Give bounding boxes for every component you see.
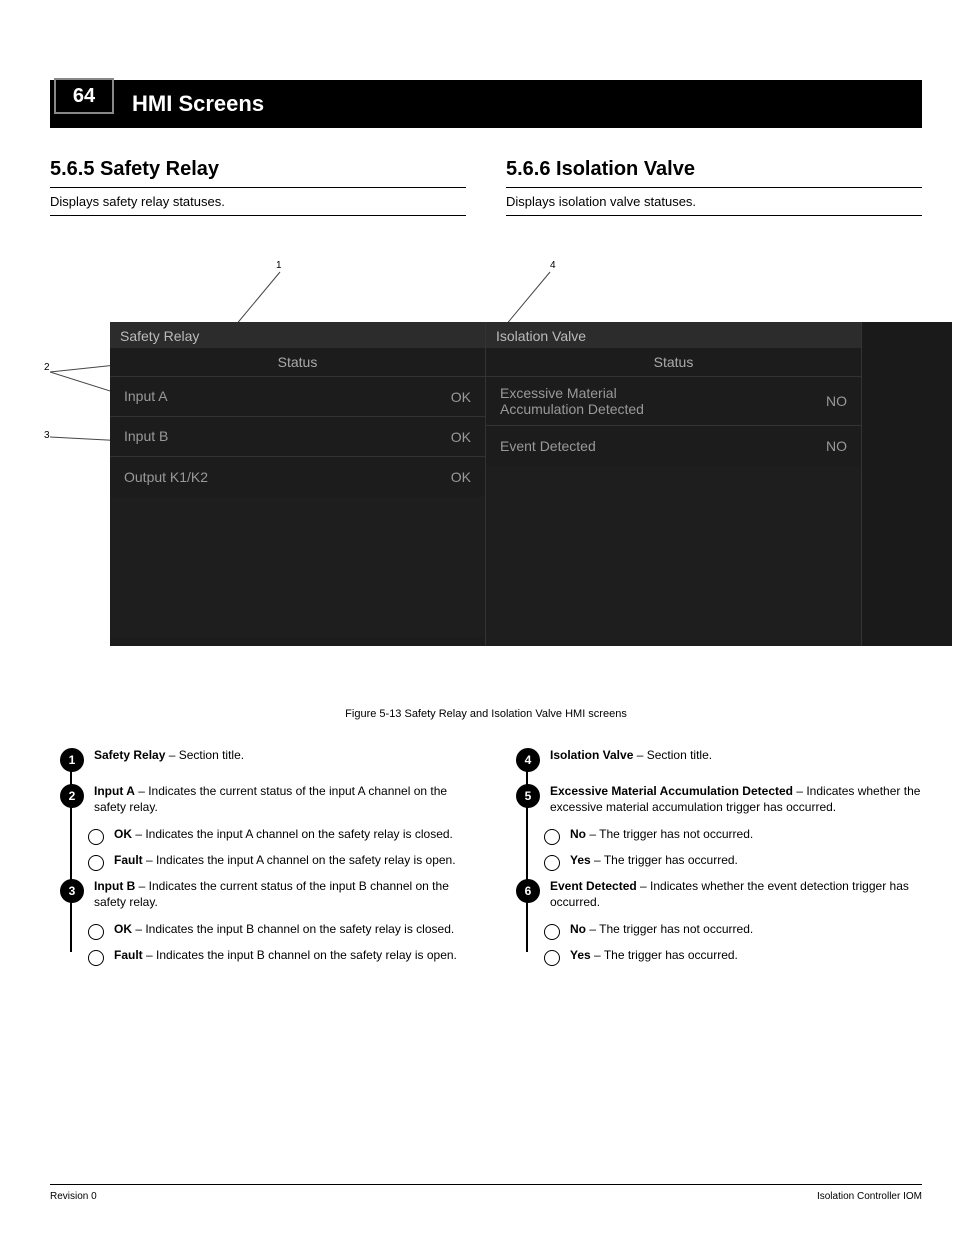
hmi-sub-left: Status (110, 348, 485, 377)
page-number: 64 (54, 78, 114, 114)
hmi-sub-right: Status (486, 348, 861, 377)
bullet-5: 5 (516, 784, 540, 808)
row-value: OK (451, 429, 471, 445)
open-bullet (88, 950, 104, 966)
open-bullet (88, 855, 104, 871)
right-column: 5.6.6 Isolation Valve Displays isolation… (506, 158, 922, 222)
bullet-4: 4 (516, 748, 540, 772)
sub-item: OK – Indicates the input B channel on th… (60, 922, 466, 940)
callout-4: 4 (550, 260, 556, 272)
sub-item: Fault – Indicates the input A channel on… (60, 853, 466, 871)
row-value: OK (451, 389, 471, 405)
row-label: Excessive Material Accumulation Detected (500, 385, 826, 417)
hmi-header-left: Safety Relay (110, 322, 485, 348)
row-value: NO (826, 393, 847, 409)
section-title-left: 5.6.5 Safety Relay (50, 158, 466, 181)
open-bullet (544, 924, 560, 940)
header-bar: 64 HMI Screens (50, 80, 922, 128)
hmi-row-output-k1k2: Output K1/K2 OK (110, 457, 485, 497)
callout-1: 1 (276, 260, 282, 272)
row-label: Event Detected (500, 438, 826, 454)
left-desc-list: 1 Safety Relay – Section title. 2 Input … (50, 748, 466, 966)
row-label: Input A (124, 388, 451, 404)
callout-3: 3 (44, 430, 50, 442)
bullet-6: 6 (516, 879, 540, 903)
item-4: 4 Isolation Valve – Section title. (516, 748, 922, 772)
hmi-row-input-a: Input A OK (110, 377, 485, 417)
hmi-row-event-detected: Event Detected NO (486, 426, 861, 466)
bullet-2: 2 (60, 784, 84, 808)
left-column: 5.6.5 Safety Relay Displays safety relay… (50, 158, 466, 222)
row-label: Input B (124, 428, 451, 444)
hmi-safety-relay: Safety Relay Status Input A OK Input B O… (110, 322, 486, 646)
open-bullet (544, 829, 560, 845)
right-desc-list: 4 Isolation Valve – Section title. 5 Exc… (506, 748, 922, 966)
sub-item: OK – Indicates the input A channel on th… (60, 827, 466, 845)
section-sub-left: Displays safety relay statuses. (50, 194, 466, 209)
open-bullet (544, 950, 560, 966)
bullet-1: 1 (60, 748, 84, 772)
sub-item: Yes – The trigger has occurred. (516, 948, 922, 966)
sub-item: Fault – Indicates the input B channel on… (60, 948, 466, 966)
hmi-row-input-b: Input B OK (110, 417, 485, 457)
sub-item: No – The trigger has not occurred. (516, 827, 922, 845)
section-sub-right: Displays isolation valve statuses. (506, 194, 922, 209)
hmi-isolation-valve: Isolation Valve Status Excessive Materia… (486, 322, 862, 646)
sub-item: Yes – The trigger has occurred. (516, 853, 922, 871)
sub-item: No – The trigger has not occurred. (516, 922, 922, 940)
header-title: HMI Screens (132, 91, 264, 117)
section-title-right: 5.6.6 Isolation Valve (506, 158, 922, 181)
figure-caption: Figure 5-13 Safety Relay and Isolation V… (50, 708, 922, 720)
hmi-row-material-accum: Excessive Material Accumulation Detected… (486, 377, 861, 426)
item-1: 1 Safety Relay – Section title. (60, 748, 466, 772)
footer-left: Revision 0 (50, 1191, 97, 1202)
row-value: OK (451, 469, 471, 485)
open-bullet (544, 855, 560, 871)
item-2: 2 Input A – Indicates the current status… (60, 784, 466, 815)
item-3: 3 Input B – Indicates the current status… (60, 879, 466, 910)
open-bullet (88, 924, 104, 940)
callout-2: 2 (44, 362, 50, 374)
bullet-3: 3 (60, 879, 84, 903)
item-5: 5 Excessive Material Accumulation Detect… (516, 784, 922, 815)
hmi-screenshot: Safety Relay Status Input A OK Input B O… (110, 322, 952, 646)
footer: Revision 0 Isolation Controller IOM (50, 1184, 922, 1202)
figure-zone: 1 2 3 4 5 6 Safety Relay Status Input A … (50, 262, 922, 702)
item-6: 6 Event Detected – Indicates whether the… (516, 879, 922, 910)
row-value: NO (826, 438, 847, 454)
row-label: Output K1/K2 (124, 469, 451, 485)
footer-right: Isolation Controller IOM (817, 1191, 922, 1202)
open-bullet (88, 829, 104, 845)
hmi-header-right: Isolation Valve (486, 322, 861, 348)
